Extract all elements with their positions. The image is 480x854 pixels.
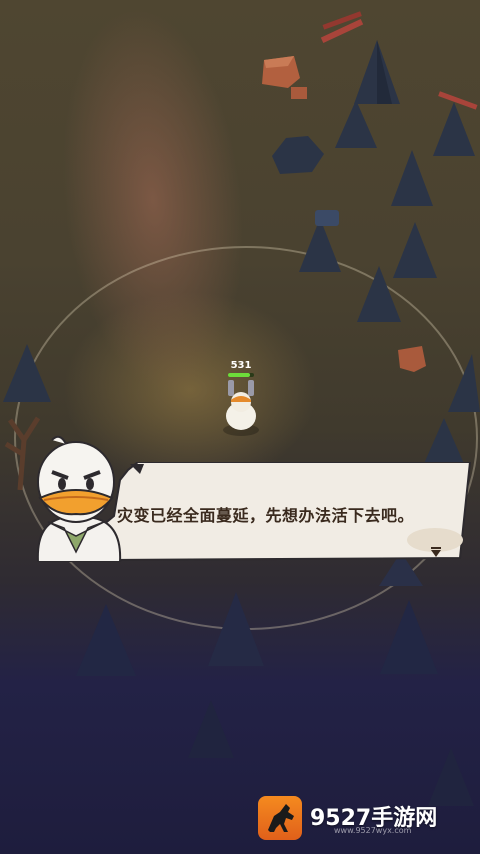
- pine-tree: [335, 100, 377, 148]
- pine-tree: [76, 604, 136, 676]
- fence: [438, 91, 478, 110]
- pine-tree: [380, 600, 438, 674]
- pine-tree: [208, 592, 264, 666]
- fallen-logs: [320, 11, 364, 44]
- player-character[interactable]: [219, 372, 263, 438]
- horse-icon: [258, 796, 302, 840]
- pine-tree: [357, 266, 401, 322]
- boulder: [272, 136, 324, 174]
- dialog-text: 灾变已经全面蔓延，先想办法活下去吧。: [117, 506, 415, 525]
- dialog-box[interactable]: 灾变已经全面蔓延，先想办法活下去吧。: [100, 462, 474, 562]
- pine-tree: [354, 40, 400, 104]
- pine-tree: [188, 700, 234, 758]
- game-map[interactable]: 531 灾变已经全面蔓延，先想办法活下去吧。: [0, 0, 480, 854]
- pine-tree: [423, 418, 465, 466]
- player-hp-value: 531: [230, 360, 252, 371]
- duck-scout-avatar-icon: [36, 435, 122, 562]
- barrel: [315, 210, 339, 226]
- continue-arrow-icon[interactable]: [431, 550, 441, 557]
- rock: [291, 87, 307, 99]
- rock: [398, 346, 426, 372]
- continue-bar: [431, 547, 441, 549]
- rock: [262, 56, 300, 88]
- pine-tree: [391, 150, 433, 206]
- site-watermark: 9527手游网 www.9527wyx.com: [258, 796, 458, 840]
- watermark-url: www.9527wyx.com: [334, 826, 412, 835]
- pine-tree: [448, 354, 480, 412]
- pine-tree: [3, 344, 51, 402]
